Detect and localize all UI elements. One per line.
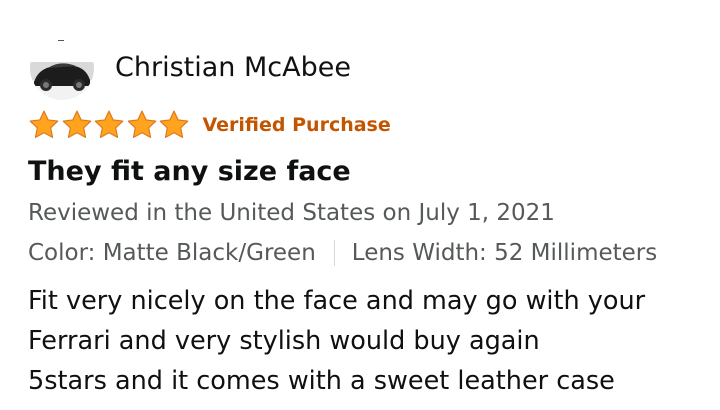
star-icon (93, 109, 125, 141)
review-date: Reviewed in the United States on July 1,… (28, 200, 555, 226)
variant-info: Color: Matte Black/Green Lens Width: 52 … (28, 236, 657, 270)
rating-row: Verified Purchase (28, 108, 391, 142)
review-body-line: Fit very nicely on the face and may go w… (28, 286, 646, 316)
color-variant[interactable]: Color: Matte Black/Green (28, 236, 316, 270)
reviewer-avatar[interactable] (30, 36, 94, 100)
variant-divider (333, 240, 335, 266)
star-rating[interactable] (28, 109, 191, 141)
review-title[interactable]: They fit any size face (28, 153, 351, 191)
review-body: Fit very nicely on the face and may go w… (28, 281, 718, 401)
star-icon (158, 109, 190, 141)
star-icon (126, 109, 158, 141)
reviewer-name[interactable]: Christian McAbee (115, 50, 351, 86)
verified-purchase-badge: Verified Purchase (202, 114, 391, 136)
review-body-line: 5stars and it comes with a sweet leather… (28, 366, 615, 396)
star-icon (28, 109, 60, 141)
lens-width-variant: Lens Width: 52 Millimeters (351, 240, 658, 266)
car-photo-avatar-icon (30, 36, 94, 100)
star-icon (61, 109, 93, 141)
review-body-line: Ferrari and very stylish would buy again (28, 326, 540, 356)
